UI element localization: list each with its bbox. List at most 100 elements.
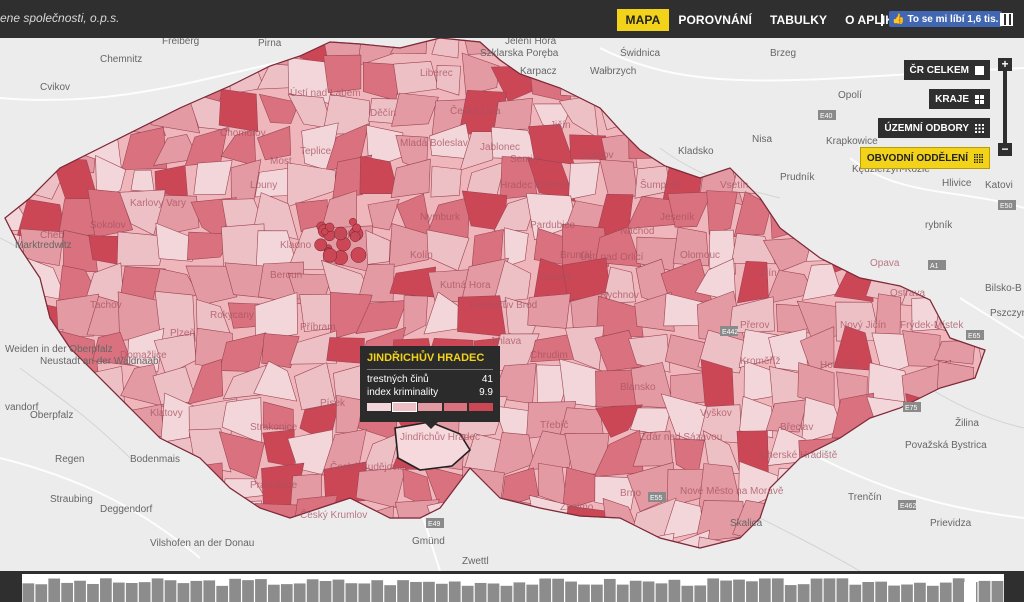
nav-tabulky[interactable]: TABULKY <box>761 9 836 31</box>
timeline-bar-item[interactable] <box>771 578 784 602</box>
facebook-like-button[interactable]: 👍 To se mi líbí 1,6 tis. <box>889 11 1003 27</box>
timeline-bar-item[interactable] <box>242 580 254 602</box>
timeline-bar-item[interactable] <box>255 579 267 602</box>
timeline-bar-item[interactable] <box>926 585 939 602</box>
timeline-bar-item[interactable] <box>591 584 603 602</box>
timeline-bar-item[interactable] <box>125 582 138 602</box>
zoom-in-button[interactable]: + <box>998 58 1012 71</box>
qr-code-icon[interactable] <box>1000 13 1013 26</box>
timeline-bar-item[interactable] <box>216 585 229 602</box>
timeline-bar-item[interactable] <box>694 585 707 602</box>
timeline-bar-item[interactable] <box>435 583 448 602</box>
timeline-handle[interactable] <box>964 582 976 602</box>
timeline-bar-item[interactable] <box>22 583 35 602</box>
level-obvodni-oddeleni-button[interactable]: OBVODNÍ ODDĚLENÍ <box>859 147 990 169</box>
timeline-bar-item[interactable] <box>655 583 668 602</box>
timeline-bar-item[interactable] <box>100 578 112 602</box>
zoom-slider[interactable] <box>1003 71 1007 143</box>
timeline-bar-item[interactable] <box>991 580 1004 602</box>
timeline-chart[interactable] <box>22 574 1004 602</box>
timeline-bar-item[interactable] <box>603 578 616 602</box>
timeline-bar-item[interactable] <box>616 584 629 602</box>
timeline-bar-item[interactable] <box>87 583 99 602</box>
timeline-bar-item[interactable] <box>784 585 797 602</box>
timeline-bar-item[interactable] <box>629 580 642 602</box>
praha-district[interactable] <box>321 228 329 236</box>
level-kraje-button[interactable]: KRAJE <box>929 89 990 109</box>
timeline-bar-item[interactable] <box>720 580 732 602</box>
timeline-bar-item[interactable] <box>513 582 526 602</box>
timeline-bar-item[interactable] <box>190 580 203 602</box>
timeline-bar-item[interactable] <box>500 585 513 602</box>
timeline-bar-item[interactable] <box>862 582 875 602</box>
map-canvas[interactable]: Freiberg Pirna Jelení Hora Świdnica Brzeg Che… <box>0 38 1024 571</box>
timeline-bar-item[interactable] <box>914 582 926 602</box>
praha-district[interactable] <box>322 248 338 263</box>
timeline-bar-item[interactable] <box>280 584 293 602</box>
district-polygon[interactable] <box>193 160 233 195</box>
timeline-bar-item[interactable] <box>423 581 435 602</box>
timeline-bar-item[interactable] <box>293 583 306 602</box>
timeline-bar-item[interactable] <box>345 583 358 602</box>
timeline-bar-item[interactable] <box>74 580 86 602</box>
timeline-bar-item[interactable] <box>810 578 823 602</box>
district-polygon[interactable] <box>527 293 571 329</box>
timeline-bar-item[interactable] <box>112 582 125 602</box>
district-polygon[interactable] <box>568 162 600 200</box>
timeline-bar-item[interactable] <box>35 584 48 602</box>
district-polygon[interactable] <box>218 88 259 132</box>
level-cr-celkem-button[interactable]: ČR CELKEM <box>903 60 990 80</box>
timeline-bar-item[interactable] <box>952 578 965 602</box>
timeline-bar-item[interactable] <box>461 585 474 602</box>
timeline-bar-item[interactable] <box>797 584 810 602</box>
timeline-bar-item[interactable] <box>410 581 422 602</box>
timeline-bar-item[interactable] <box>733 579 745 602</box>
timeline-bar-item[interactable] <box>552 578 564 602</box>
timeline-bar-item[interactable] <box>642 581 655 602</box>
timeline-bar-item[interactable] <box>151 578 164 602</box>
timeline-bar-item[interactable] <box>268 584 280 602</box>
nav-mapa[interactable]: MAPA <box>616 9 670 31</box>
district-polygon[interactable] <box>130 169 155 193</box>
timeline-bar-item[interactable] <box>823 578 836 602</box>
timeline-bar-item[interactable] <box>164 580 177 602</box>
praha-district[interactable] <box>314 238 328 252</box>
timeline-bar-item[interactable] <box>759 578 771 602</box>
district-polygon[interactable] <box>323 54 362 93</box>
timeline-bar-item[interactable] <box>397 580 409 602</box>
timeline-bar-item[interactable] <box>681 585 694 602</box>
district-polygon[interactable] <box>430 165 462 198</box>
timeline-bar-item[interactable] <box>487 583 500 602</box>
timeline-bar-item[interactable] <box>319 581 332 602</box>
level-uzemni-odbory-button[interactable]: ÚZEMNÍ ODBORY <box>878 118 990 138</box>
timeline-bar-item[interactable] <box>203 580 216 602</box>
timeline-bar-item[interactable] <box>578 584 590 602</box>
timeline-bar-item[interactable] <box>229 578 241 602</box>
timeline-bar-item[interactable] <box>539 578 552 602</box>
praha-district[interactable] <box>350 247 367 263</box>
timeline-bar-item[interactable] <box>48 578 61 602</box>
timeline-bar-item[interactable] <box>138 582 151 602</box>
timeline-bar-item[interactable] <box>358 583 371 602</box>
timeline-bar-item[interactable] <box>448 581 461 602</box>
timeline-bar-item[interactable] <box>384 585 397 602</box>
timeline-bar-item[interactable] <box>306 579 319 602</box>
timeline-bar-item[interactable] <box>875 581 888 602</box>
timeline-bar-item[interactable] <box>836 578 849 602</box>
timeline-bar-item[interactable] <box>668 579 681 602</box>
timeline-bar-item[interactable] <box>565 581 577 602</box>
timeline-bar-item[interactable] <box>177 583 190 602</box>
timeline-bar-item[interactable] <box>939 582 952 602</box>
timeline-bar-item[interactable] <box>332 579 345 602</box>
zoom-out-button[interactable]: − <box>998 143 1012 156</box>
nav-porovnani[interactable]: POROVNÁNÍ <box>669 9 761 31</box>
timeline-bar-item[interactable] <box>888 585 900 602</box>
timeline-bar-item[interactable] <box>901 584 913 602</box>
timeline-bar-item[interactable] <box>746 581 758 602</box>
timeline-bar-item[interactable] <box>707 578 720 602</box>
timeline-bar-item[interactable] <box>978 580 991 602</box>
district-polygon[interactable] <box>431 38 460 59</box>
timeline-bar-item[interactable] <box>61 582 73 602</box>
timeline-bar-item[interactable] <box>474 582 487 602</box>
district-polygon[interactable] <box>902 330 941 367</box>
